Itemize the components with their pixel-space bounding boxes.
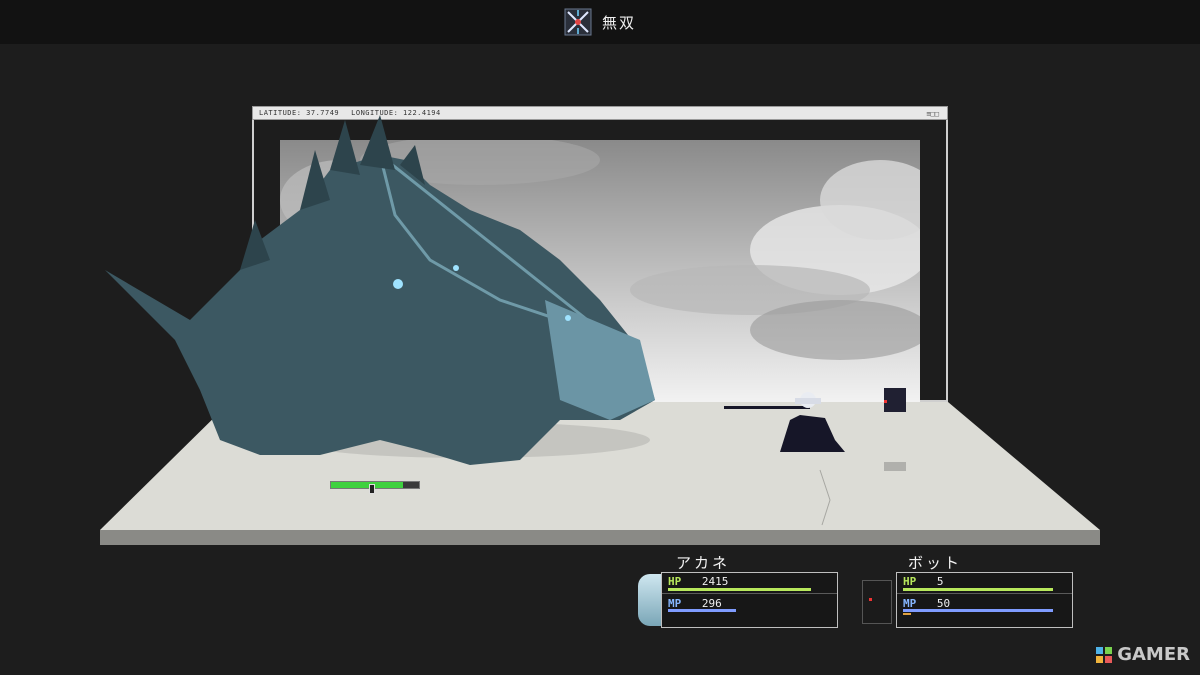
akane-sprite [724,392,845,452]
hp-label: HP [668,575,682,588]
watermark: GAMER [1095,644,1190,665]
party-member-name: ボット [908,554,963,572]
mp-bar [903,609,1053,612]
bot-portrait [862,580,892,624]
hp-row: HP 2415 [668,575,728,588]
mp-accent-tick [903,613,911,615]
status-divider [897,593,1072,594]
enemy-hp-fill [331,482,404,488]
akane-status-panel: HP 2415 MP 296 [661,572,838,628]
mp-bar [668,609,736,612]
hp-bar [903,588,1053,591]
enemy-hp-bar [330,481,420,494]
hp-row: HP 5 [903,575,944,588]
hp-value: 5 [936,575,944,588]
enemy-hp-marker [369,484,375,494]
hp-value: 2415 [701,575,729,588]
bot-status-panel: HP 5 MP 50 [896,572,1073,628]
status-divider [662,593,837,594]
bot-indicator-dot [869,598,872,601]
hp-bar [668,588,811,591]
gamer-logo-icon [1096,646,1113,663]
hp-label: HP [903,575,917,588]
watermark-text: GAMER [1117,644,1190,665]
bot-sprite [884,388,906,471]
party-member-name: アカネ [676,554,731,572]
